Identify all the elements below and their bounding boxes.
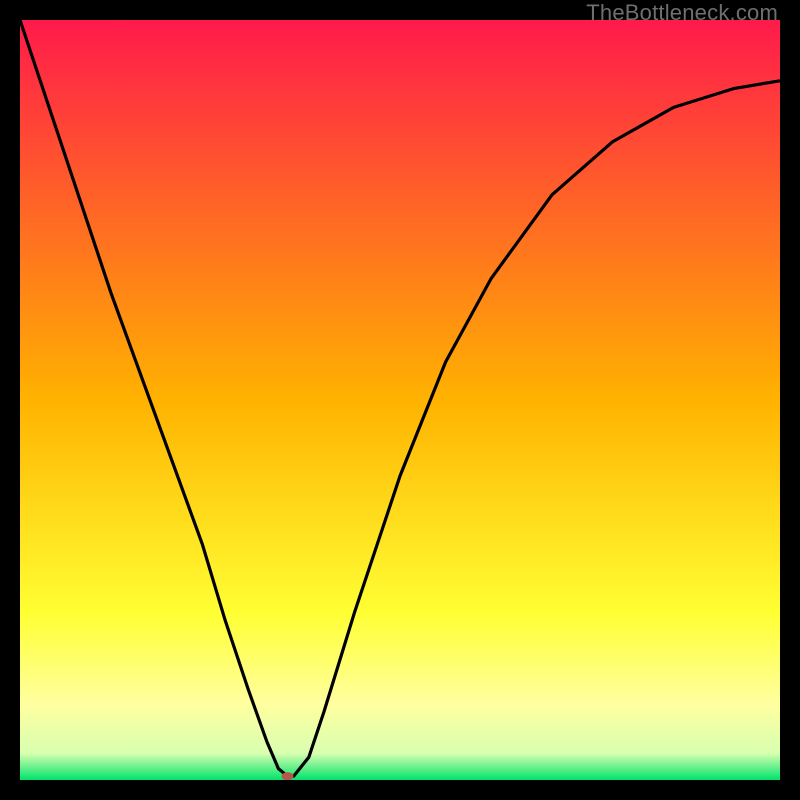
optimum-marker (282, 772, 294, 780)
watermark-text: TheBottleneck.com (586, 0, 778, 26)
chart-frame (20, 20, 780, 780)
chart-plot (20, 20, 780, 780)
gradient-background (20, 20, 780, 780)
